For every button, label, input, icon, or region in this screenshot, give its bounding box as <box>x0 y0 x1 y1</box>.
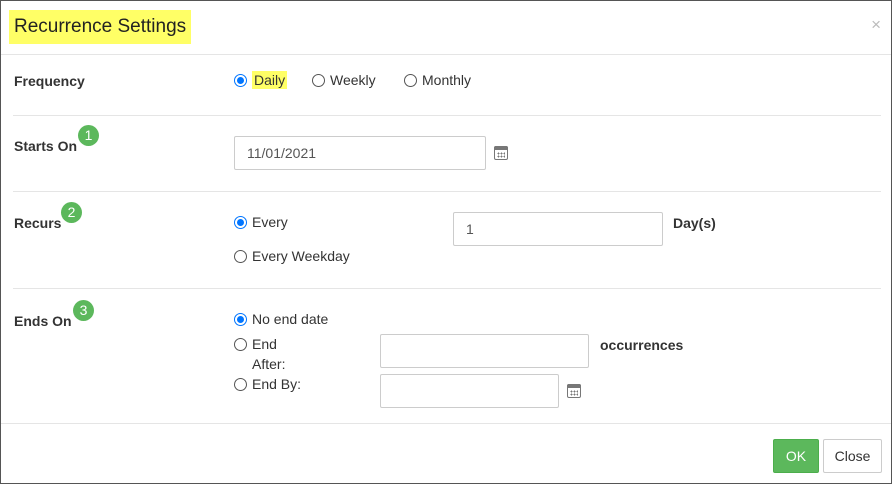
dialog-header: Recurrence Settings × <box>1 1 891 55</box>
radio-no-end-checked[interactable] <box>234 312 247 326</box>
radio-weekday[interactable] <box>234 249 247 263</box>
recurs-weekday-radio[interactable]: Every Weekday <box>234 247 350 265</box>
recurs-label: Recurs <box>14 215 62 231</box>
frequency-daily-label: Daily <box>252 71 288 89</box>
ends-by-label: End By: <box>252 376 302 392</box>
end-by-date-input[interactable] <box>380 374 559 408</box>
occurrences-input[interactable] <box>380 334 589 368</box>
close-icon[interactable]: × <box>871 16 881 34</box>
frequency-monthly-label: Monthly <box>422 72 472 88</box>
frequency-monthly-radio[interactable]: Monthly <box>404 71 471 89</box>
recur-interval-input[interactable]: 1 <box>453 212 663 246</box>
ends-no-end-radio[interactable]: No end date <box>234 310 328 328</box>
step-badge-1: 1 <box>78 125 99 146</box>
close-button[interactable]: Close <box>823 439 882 473</box>
frequency-weekly-label: Weekly <box>330 72 376 88</box>
recurrence-settings-dialog: Recurrence Settings × Frequency Daily We… <box>0 0 892 484</box>
ends-after-radio[interactable]: End <box>234 335 277 353</box>
ends-after-label-line1: End <box>252 336 277 352</box>
frequency-daily-radio[interactable]: Daily <box>234 71 288 89</box>
radio-every-checked[interactable] <box>234 215 247 229</box>
step-badge-3: 3 <box>73 300 94 321</box>
calendar-icon[interactable] <box>494 146 508 160</box>
recurs-every-label: Every <box>252 214 288 230</box>
recur-unit-label: Day(s) <box>673 215 716 231</box>
ends-by-radio[interactable]: End By: <box>234 375 301 393</box>
recurs-weekday-label: Every Weekday <box>252 248 350 264</box>
section-divider <box>13 288 881 289</box>
radio-weekly[interactable] <box>312 73 325 87</box>
ends-on-label: Ends On <box>14 313 72 329</box>
dialog-title: Recurrence Settings <box>9 10 192 44</box>
radio-monthly[interactable] <box>404 73 417 87</box>
radio-end-by[interactable] <box>234 377 247 391</box>
section-divider <box>13 191 881 192</box>
ends-no-end-label: No end date <box>252 311 329 327</box>
recurs-every-radio[interactable]: Every <box>234 213 288 231</box>
start-date-input[interactable]: 11/01/2021 <box>234 136 486 170</box>
frequency-weekly-radio[interactable]: Weekly <box>312 71 376 89</box>
ok-button[interactable]: OK <box>773 439 819 473</box>
radio-end-after[interactable] <box>234 337 247 351</box>
section-divider <box>13 115 881 116</box>
calendar-icon[interactable] <box>567 384 581 398</box>
frequency-label: Frequency <box>14 73 85 89</box>
starts-on-label: Starts On <box>14 138 78 154</box>
footer-divider <box>1 423 891 424</box>
occurrences-label: occurrences <box>600 337 684 353</box>
radio-daily-checked[interactable] <box>234 73 247 87</box>
ends-after-label-line2: After: <box>252 356 286 372</box>
step-badge-2: 2 <box>61 202 82 223</box>
